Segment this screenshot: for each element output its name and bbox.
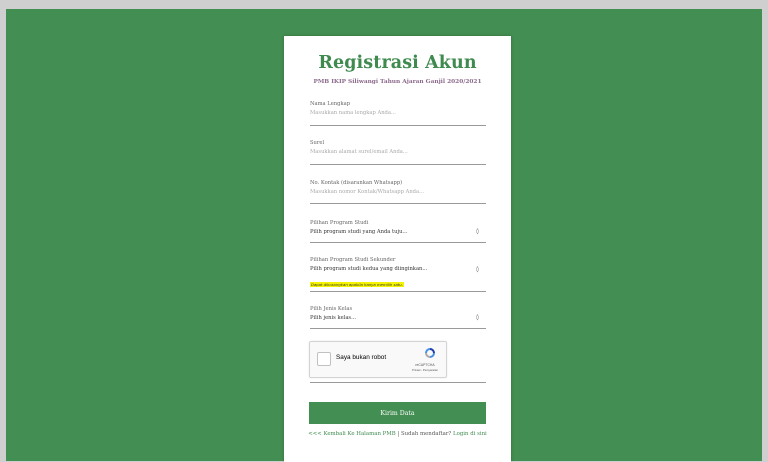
study-program-underline [310, 242, 486, 243]
back-to-pmb-link[interactable]: <<< Kembali Ke Halaman PMB [308, 431, 396, 437]
contact-underline [310, 203, 486, 204]
full-name-input[interactable]: Masukkan nama lengkap Anda... [310, 110, 486, 116]
page-background: Registrasi Akun PMB IKIP Siliwangi Tahun… [6, 9, 762, 462]
email-field[interactable]: Surel Masukkan alamat surel/email Anda..… [310, 140, 486, 165]
study-program-select[interactable]: Pilihan Program Studi Pilih program stud… [310, 220, 486, 243]
registration-card: Registrasi Akun PMB IKIP Siliwangi Tahun… [284, 36, 511, 462]
recaptcha-logo-icon [425, 348, 435, 358]
recaptcha-terms-link[interactable]: Privasi - Persyaratan [408, 368, 442, 372]
full-name-underline [310, 125, 486, 126]
page-title: Registrasi Akun [318, 53, 477, 73]
recaptcha-label: Saya bukan robot [336, 354, 387, 361]
secondary-study-program-label: Pilihan Program Studi Sekunder [310, 257, 396, 263]
class-type-select[interactable]: Pilih Jenis Kelas Pilih jenis kelas... ◊ [310, 306, 486, 329]
study-program-label: Pilihan Program Studi [310, 220, 369, 226]
recaptcha-checkbox[interactable] [317, 352, 331, 366]
class-type-value[interactable]: Pilih jenis kelas... [310, 315, 486, 321]
study-program-value[interactable]: Pilih program studi yang Anda tuju... [310, 229, 486, 235]
full-name-label: Nama Lengkap [310, 101, 351, 107]
select-arrows-icon[interactable]: ◊ [476, 228, 479, 235]
contact-label: No. Kontak (disarankan Whatsapp) [310, 180, 403, 186]
email-input[interactable]: Masukkan alamat surel/email Anda... [310, 149, 486, 155]
recaptcha-brand: reCAPTCHA [415, 363, 435, 367]
secondary-study-program-value[interactable]: Pilih program studi kedua yang diinginka… [310, 266, 486, 272]
footer-separator-text: | Sudah mendaftar? [395, 431, 454, 437]
login-link[interactable]: Login di sini [453, 431, 487, 437]
secondary-study-program-underline [310, 291, 486, 292]
divider [310, 382, 486, 383]
recaptcha-widget: Saya bukan robot reCAPTCHA Privasi - Per… [309, 341, 447, 378]
select-arrows-icon[interactable]: ◊ [476, 314, 479, 321]
footer-links: <<< Kembali Ke Halaman PMB | Sudah menda… [284, 431, 511, 437]
select-arrows-icon[interactable]: ◊ [476, 266, 479, 273]
email-underline [310, 164, 486, 165]
submit-button[interactable]: Kirim Data [309, 402, 486, 424]
page-subtitle: PMB IKIP Siliwangi Tahun Ajaran Ganjil 2… [313, 79, 482, 85]
class-type-underline [310, 328, 486, 329]
secondary-hint-text: Dapat dikosongkan apabila hanya memilih … [310, 282, 404, 287]
secondary-study-program-select[interactable]: Pilihan Program Studi Sekunder Pilih pro… [310, 257, 486, 292]
contact-input[interactable]: Masukkan nomor Kontak/Whatsapp Anda... [310, 189, 486, 195]
email-label: Surel [310, 140, 325, 146]
class-type-label: Pilih Jenis Kelas [310, 306, 353, 312]
contact-field[interactable]: No. Kontak (disarankan Whatsapp) Masukka… [310, 180, 486, 204]
full-name-field[interactable]: Nama Lengkap Masukkan nama lengkap Anda.… [310, 101, 486, 126]
